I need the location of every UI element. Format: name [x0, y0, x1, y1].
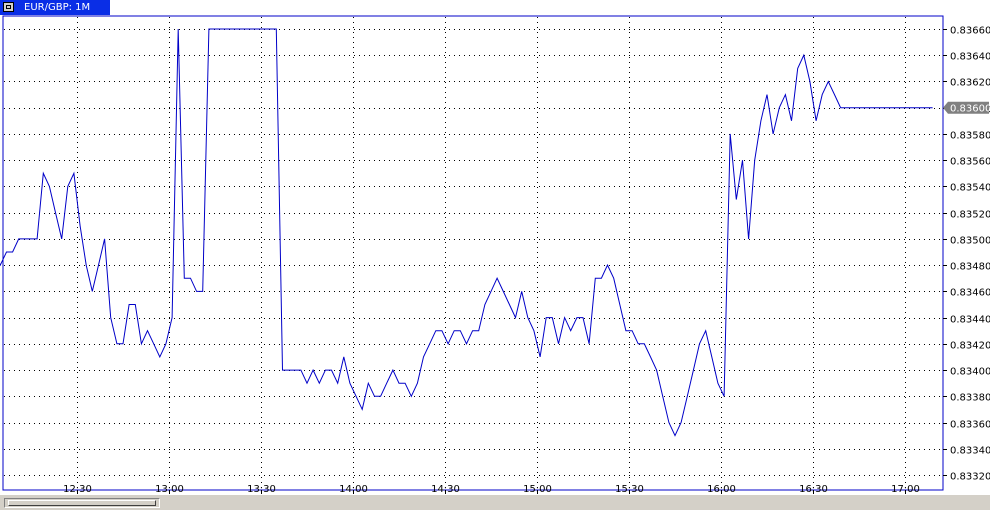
x-tick-label: 15:00 — [523, 484, 552, 494]
y-tick-label: 0.83440 — [950, 315, 990, 326]
price-tag-label: 0.83600 — [950, 104, 990, 115]
y-tick-label: 0.83380 — [950, 393, 990, 404]
x-tick-label: 17:00 — [891, 484, 920, 494]
y-tick-label: 0.83580 — [950, 131, 990, 142]
y-tick-label: 0.83400 — [950, 367, 990, 378]
y-tick-label: 0.83360 — [950, 420, 990, 431]
horizontal-scrollbar[interactable] — [4, 498, 160, 508]
y-tick-label: 0.83480 — [950, 262, 990, 273]
y-tick-label: 0.83620 — [950, 78, 990, 89]
y-tick-label: 0.83640 — [950, 52, 990, 63]
y-tick-label: 0.83660 — [950, 26, 990, 37]
plot-area — [2, 15, 944, 491]
y-tick-label: 0.83460 — [950, 288, 990, 299]
y-tick-label: 0.83540 — [950, 183, 990, 194]
x-tick-label: 16:30 — [799, 484, 828, 494]
y-tick-label: 0.83560 — [950, 157, 990, 168]
x-tick-label: 15:30 — [615, 484, 644, 494]
x-tick-label: 12:30 — [63, 484, 92, 494]
y-axis: 0.83660 0.83640 0.83620 0.83600 0.83580 0.835… — [943, 26, 990, 483]
y-tick-label: 0.83520 — [950, 210, 990, 221]
y-tick-label: 0.83420 — [950, 341, 990, 352]
x-tick-label: 14:30 — [431, 484, 460, 494]
scrollbar-thumb[interactable] — [8, 500, 156, 506]
x-tick-label: 13:00 — [155, 484, 184, 494]
current-price-tag: 0.83600 — [943, 101, 990, 115]
price-chart[interactable]: 0.83660 0.83640 0.83620 0.83600 0.83580 0.835… — [0, 0, 990, 494]
x-tick-label: 13:30 — [247, 484, 276, 494]
y-tick-label: 0.83500 — [950, 236, 990, 247]
x-tick-label: 16:00 — [707, 484, 736, 494]
status-bar — [0, 494, 990, 510]
y-tick-label: 0.83340 — [950, 446, 990, 457]
x-tick-label: 14:00 — [339, 484, 368, 494]
y-tick-label: 0.83320 — [950, 472, 990, 483]
